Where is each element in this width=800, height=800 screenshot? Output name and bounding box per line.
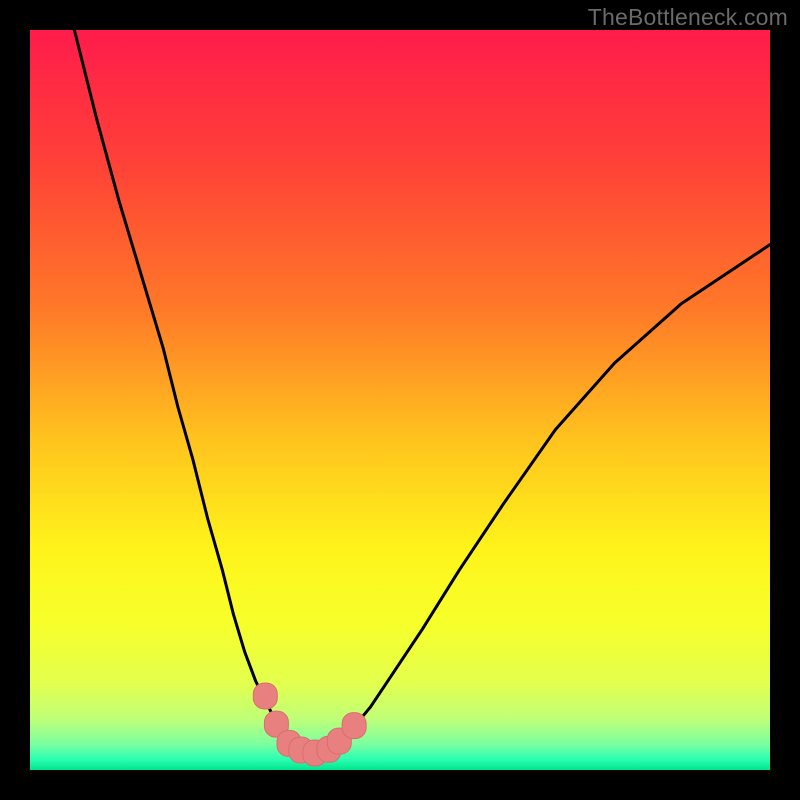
plot-area [30, 30, 770, 770]
marker-right-high [342, 713, 366, 739]
curve-right-arm [337, 245, 770, 744]
chart-frame: TheBottleneck.com [0, 0, 800, 800]
chart-svg [30, 30, 770, 770]
marker-left-upper [253, 683, 277, 709]
curve-left-arm [74, 30, 292, 744]
watermark-text: TheBottleneck.com [588, 4, 788, 31]
